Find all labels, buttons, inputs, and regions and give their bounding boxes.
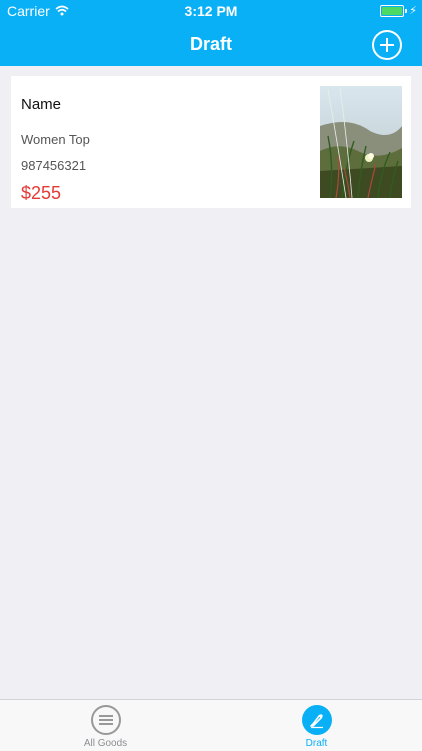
- tab-draft[interactable]: Draft: [211, 700, 422, 751]
- item-category: Women Top: [21, 132, 90, 147]
- item-name: Name: [21, 96, 62, 113]
- status-bar: Carrier 3:12 PM ⚡: [0, 0, 422, 22]
- tab-all-goods-label: All Goods: [83, 738, 128, 749]
- tab-bar: All Goods Draft: [0, 699, 422, 751]
- page-title: Draft: [189, 34, 232, 54]
- tab-draft-label: Draft: [305, 738, 328, 749]
- pencil-icon: [301, 705, 332, 735]
- charging-icon: ⚡: [409, 5, 417, 17]
- navigation-header: Carrier 3:12 PM ⚡ Draft: [0, 0, 422, 66]
- draft-item-card[interactable]: Name Women Top 987456321 $255: [11, 76, 411, 208]
- list-icon: [90, 705, 121, 735]
- battery-indicator: ⚡: [380, 4, 417, 17]
- item-code: 987456321: [21, 158, 87, 173]
- item-photo: [320, 86, 402, 198]
- battery-icon: [380, 4, 405, 17]
- add-button[interactable]: [372, 30, 402, 60]
- tab-all-goods[interactable]: All Goods: [0, 700, 211, 751]
- status-time: 3:12 PM: [184, 3, 238, 19]
- item-price: $255: [21, 183, 62, 203]
